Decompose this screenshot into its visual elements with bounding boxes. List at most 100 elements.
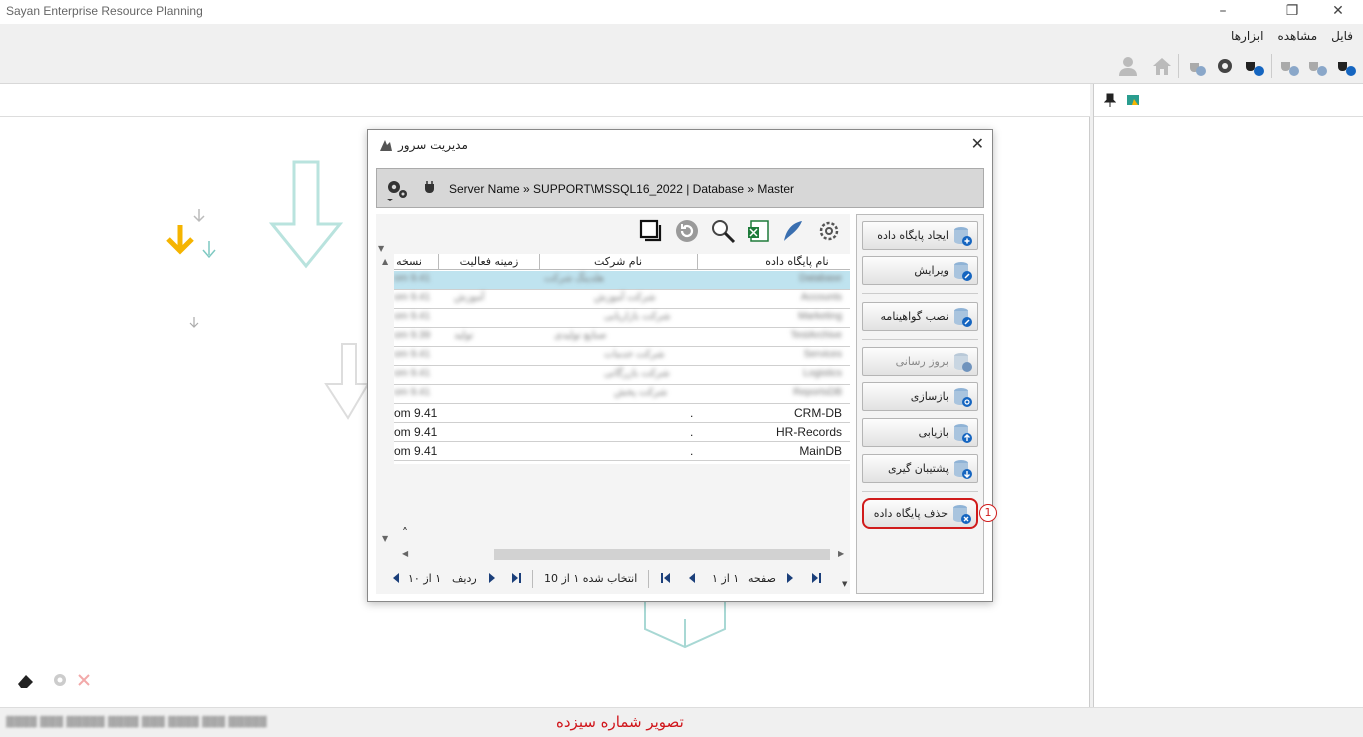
edit-database-button[interactable]: ویرایش — [862, 256, 978, 285]
download-arrow-faint-icon — [324, 343, 370, 420]
page-label: صفحه — [748, 572, 776, 585]
col-db-name[interactable]: نام پایگاه داده — [744, 255, 850, 268]
side-panel — [1093, 84, 1363, 707]
server-path: Server Name » SUPPORT\MSSQL16_2022 | Dat… — [449, 182, 795, 196]
row-position: ١ از ١٠ — [408, 572, 442, 585]
dialog-title-bar: مدیریت سرور ✕ — [368, 130, 992, 160]
refresh-icon[interactable] — [674, 218, 700, 244]
create-database-button[interactable]: ایجاد پایگاه داده — [862, 221, 978, 250]
row-first-icon[interactable] — [390, 572, 402, 584]
download-arrow-icon — [268, 160, 344, 269]
restore-button[interactable]: ❐ — [1272, 0, 1312, 24]
scroll-up-small-icon[interactable]: ▼ — [378, 244, 384, 253]
page-position: ١ از ١ — [712, 572, 740, 585]
row-label: ردیف — [452, 572, 477, 585]
table-row[interactable]: om 9.41 . HR-Records — [394, 423, 850, 442]
horizontal-scrollbar-thumb[interactable] — [494, 549, 830, 560]
step-callout: 1 — [979, 504, 997, 522]
database-edit-icon — [954, 262, 972, 281]
eraser-icon[interactable] — [16, 672, 36, 690]
dialog-close-button[interactable]: ✕ — [971, 134, 984, 153]
window-icon[interactable] — [638, 218, 664, 244]
page-last-icon[interactable] — [810, 572, 822, 584]
page-first-icon[interactable] — [660, 572, 672, 584]
settings-gear-icon[interactable] — [51, 671, 69, 689]
table-row[interactable]: om 9.41 شرکت خدمات Services — [394, 347, 850, 366]
row-next-icon[interactable] — [486, 572, 498, 584]
search-icon[interactable] — [710, 218, 736, 244]
home-icon[interactable] — [1151, 55, 1173, 77]
sort-icon[interactable]: ▲ — [382, 257, 388, 266]
tiny-arrow-icon — [189, 317, 199, 328]
small-teal-arrow-icon — [202, 241, 216, 259]
table-row[interactable]: om 9.41 شرکت بازاریابی Marketing — [394, 309, 850, 328]
col-version[interactable]: نسخه — [394, 255, 424, 268]
pager: ١ از ١٠ ردیف انتخاب شده ١ از 10 ١ از ١ ص… — [376, 566, 850, 592]
scroll-up-caret-icon[interactable]: ˄ — [402, 526, 408, 540]
rebuild-database-button[interactable]: بازسازی — [862, 382, 978, 411]
plug-icon[interactable] — [421, 180, 439, 196]
delete-database-button[interactable]: حذف پایگاه داده — [862, 498, 978, 529]
row-last-icon[interactable] — [510, 572, 522, 584]
menu-file[interactable]: فایل — [1331, 29, 1353, 43]
col-activity[interactable]: زمینه فعالیت — [440, 255, 538, 268]
scroll-left-icon[interactable]: ◀ — [402, 549, 408, 558]
database-backup-icon — [954, 460, 972, 479]
plug-download-icon[interactable] — [1185, 55, 1207, 77]
pager-scroll-icon[interactable]: ▼ — [842, 580, 847, 588]
close-window-button[interactable]: ✕ — [1318, 0, 1358, 24]
selection-count: انتخاب شده ١ از 10 — [544, 572, 638, 585]
install-certificate-button[interactable]: نصب گواهینامه — [862, 302, 978, 331]
close-red-icon[interactable] — [77, 673, 91, 687]
database-delete-icon — [953, 505, 971, 524]
gear-icon[interactable] — [1214, 55, 1236, 77]
table-row[interactable]: om 9.41 شرکت پخش ReportsDB — [394, 385, 850, 404]
database-restore-icon — [954, 424, 972, 443]
menu-bar: فایل مشاهده ابزارها — [0, 24, 1363, 48]
menu-tools[interactable]: ابزارها — [1231, 29, 1263, 43]
action-panel: ایجاد پایگاه داده ویرایش نصب گواهینامه ب… — [856, 214, 984, 594]
excel-icon[interactable] — [746, 218, 772, 244]
minimize-button[interactable]: – — [1203, 0, 1243, 24]
plug-add-icon[interactable] — [1335, 55, 1357, 77]
database-add-icon — [954, 227, 972, 246]
status-bar: ▓▓▓▓ ▓▓▓ ▓▓▓▓▓ ▓▓▓▓ ▓▓▓ ▓▓▓▓ ▓▓▓ ▓▓▓▓▓ ت… — [0, 707, 1363, 737]
scroll-down-icon[interactable]: ▼ — [382, 534, 388, 543]
table-row[interactable]: om 9.41 هلدینگ شرکت Database — [394, 271, 850, 290]
plug-check-icon[interactable] — [1278, 55, 1300, 77]
settings-gears-icon[interactable] — [383, 177, 411, 203]
table-row[interactable]: om 9.41 . CRM-DB — [394, 404, 850, 423]
menu-view[interactable]: مشاهده — [1277, 29, 1317, 43]
settings-icon[interactable] — [816, 218, 842, 244]
database-rebuild-icon — [954, 388, 972, 407]
database-update-icon — [954, 353, 972, 372]
server-management-dialog: مدیریت سرور ✕ Server Name » SUPPORT\MSSQ… — [367, 129, 997, 602]
table-row[interactable]: om 9.39 تولید صنایع تولیدی TestArchive — [394, 328, 850, 347]
table-row[interactable]: om 9.41 . MainDB — [394, 442, 850, 461]
restore-database-button[interactable]: بازیابی — [862, 418, 978, 447]
page-prev-icon[interactable] — [686, 572, 698, 584]
plug-remove-icon[interactable] — [1306, 55, 1328, 77]
dialog-title: مدیریت سرور — [398, 138, 468, 152]
table-row[interactable]: om 9.41 آموزش شرکت آموزش Accounts — [394, 290, 850, 309]
plug-info-icon[interactable] — [1243, 55, 1265, 77]
table-row[interactable]: om 9.41 شرکت بازرگانی Logistics — [394, 366, 850, 385]
backup-database-button[interactable]: پشتیبان گیری — [862, 454, 978, 483]
small-arrow-icon — [193, 209, 205, 223]
page-next-icon[interactable] — [784, 572, 796, 584]
figure-caption: تصویر شماره سیزده — [556, 713, 684, 731]
arrow-down-yellow-icon — [166, 225, 194, 255]
pin-icon[interactable] — [1104, 93, 1116, 107]
cube-icon — [644, 601, 726, 649]
col-company[interactable]: نام شرکت — [540, 255, 696, 268]
panel-image-icon[interactable] — [1126, 93, 1140, 107]
database-table: نام پایگاه داده نام شرکت زمینه فعالیت نس… — [394, 254, 850, 464]
user-icon[interactable] — [1117, 55, 1139, 77]
database-certificate-icon — [954, 308, 972, 327]
feather-icon[interactable] — [780, 218, 806, 244]
main-toolbar — [0, 48, 1363, 84]
scroll-right-icon[interactable]: ▶ — [838, 549, 844, 558]
status-info: ▓▓▓▓ ▓▓▓ ▓▓▓▓▓ ▓▓▓▓ ▓▓▓ ▓▓▓▓ ▓▓▓ ▓▓▓▓▓ — [6, 717, 267, 728]
update-database-button[interactable]: بروز رسانی — [862, 347, 978, 376]
app-title: Sayan Enterprise Resource Planning — [6, 4, 203, 18]
